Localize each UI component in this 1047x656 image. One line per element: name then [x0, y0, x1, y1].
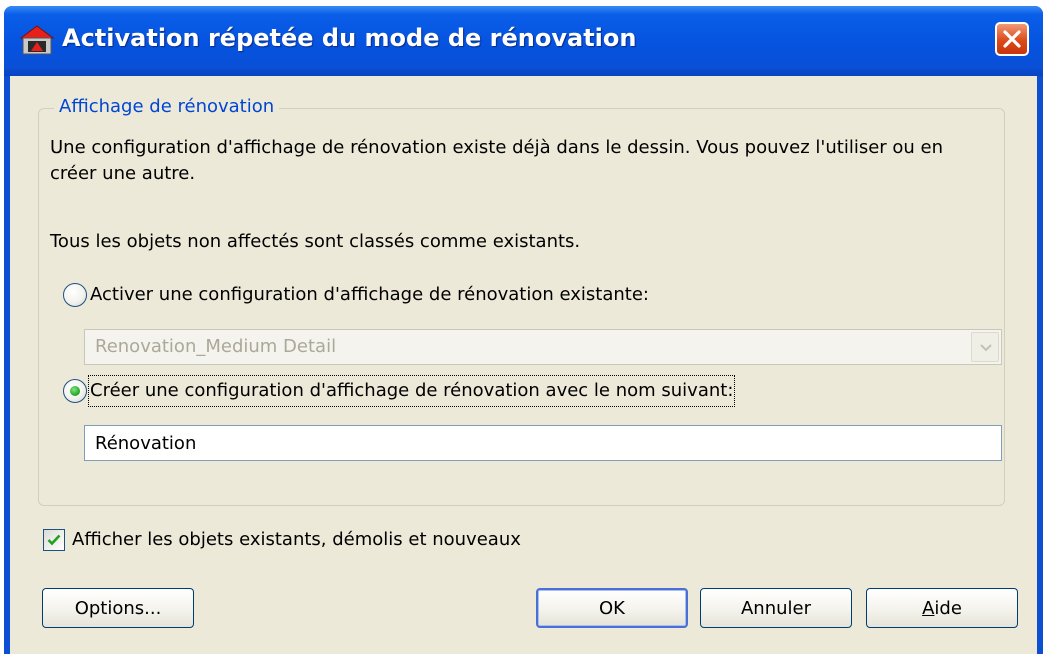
radio-activate-existing[interactable] [63, 283, 87, 307]
help-button[interactable]: Aide [866, 588, 1018, 628]
radio-create-new[interactable] [63, 379, 87, 403]
existing-config-value: Renovation_Medium Detail [95, 336, 337, 357]
options-button[interactable]: Options... [42, 588, 194, 628]
autocad-app-icon [20, 25, 54, 55]
show-objects-label[interactable]: Afficher les objets existants, démolis e… [72, 526, 521, 554]
unassigned-objects-note: Tous les objets non affectés sont classé… [50, 231, 581, 252]
existing-config-select: Renovation_Medium Detail [84, 329, 1002, 365]
checkmark-icon [47, 534, 61, 546]
group-legend: Affichage de rénovation [54, 96, 280, 117]
new-config-name-input[interactable] [84, 425, 1002, 461]
description-line-1: Une configuration d'affichage de rénovat… [50, 137, 944, 158]
close-button[interactable] [995, 22, 1029, 56]
radio-create-new-label[interactable]: Créer une configuration d'affichage de r… [87, 375, 736, 407]
chevron-down-icon [980, 344, 992, 352]
radio-selected-dot [70, 386, 80, 396]
window-title: Activation répetée du mode de rénovation [62, 24, 637, 52]
dialog-window: Activation répetée du mode de rénovation… [4, 6, 1043, 654]
close-icon [1003, 30, 1021, 48]
dropdown-button [971, 332, 999, 362]
cancel-button[interactable]: Annuler [700, 588, 852, 628]
radio-activate-existing-label[interactable]: Activer une configuration d'affichage de… [90, 281, 649, 309]
dialog-body: Affichage de rénovation Une configuratio… [10, 76, 1037, 654]
ok-button[interactable]: OK [536, 588, 688, 628]
show-objects-checkbox[interactable] [43, 529, 65, 551]
title-bar[interactable]: Activation répetée du mode de rénovation [4, 6, 1043, 76]
description-line-2: créer une autre. [50, 163, 196, 184]
